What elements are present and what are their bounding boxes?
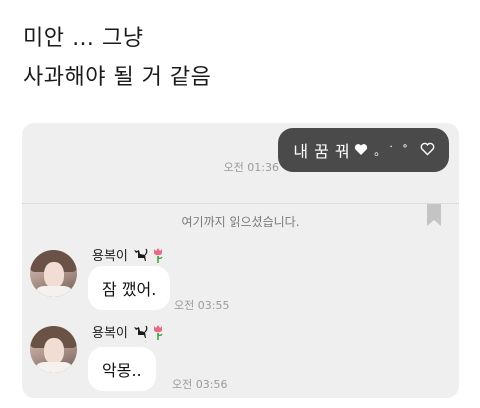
tulip-icon bbox=[152, 324, 164, 340]
read-marker-text: 여기까지 읽으셨습니다. bbox=[181, 215, 300, 229]
received-message-text: 악몽.. bbox=[102, 361, 142, 380]
sent-message-bubble[interactable]: 내 꿈 꿔 。˙ ˚ bbox=[278, 128, 449, 172]
caption-line-2: 사과해야 될 거 같음 bbox=[23, 65, 212, 90]
sent-message-time: 오전 01:36 bbox=[223, 161, 279, 174]
bookmark-icon[interactable] bbox=[427, 204, 441, 226]
received-message-text: 잠 깼어. bbox=[102, 280, 157, 299]
received-message-bubble[interactable]: 잠 깼어. bbox=[88, 266, 171, 310]
tulip-icon bbox=[152, 247, 164, 263]
avatar[interactable] bbox=[30, 326, 77, 373]
sparkle-decoration: 。˙ ˚ bbox=[374, 143, 410, 158]
heart-outline-icon bbox=[420, 141, 435, 160]
avatar[interactable] bbox=[30, 250, 77, 297]
received-message-time: 오전 03:56 bbox=[172, 378, 228, 391]
chat-screenshot-panel: 내 꿈 꿔 。˙ ˚ 오전 01:36 여기까지 읽으셨습니다. 용복이 잠 깼… bbox=[22, 123, 459, 398]
filled-heart-icon bbox=[354, 141, 368, 160]
received-message-time: 오전 03:55 bbox=[174, 299, 230, 312]
sent-message-text: 내 꿈 꿔 bbox=[293, 142, 351, 161]
black-cat-icon bbox=[132, 325, 148, 339]
sender-name-text: 용복이 bbox=[92, 326, 128, 341]
received-message-bubble[interactable]: 악몽.. bbox=[88, 347, 156, 391]
caption-line-1: 미안 … 그냥 bbox=[23, 26, 144, 51]
sender-name-text: 용복이 bbox=[92, 249, 128, 264]
black-cat-icon bbox=[132, 248, 148, 262]
read-divider bbox=[22, 203, 459, 204]
sender-name: 용복이 bbox=[92, 322, 164, 341]
sender-name: 용복이 bbox=[92, 245, 164, 264]
